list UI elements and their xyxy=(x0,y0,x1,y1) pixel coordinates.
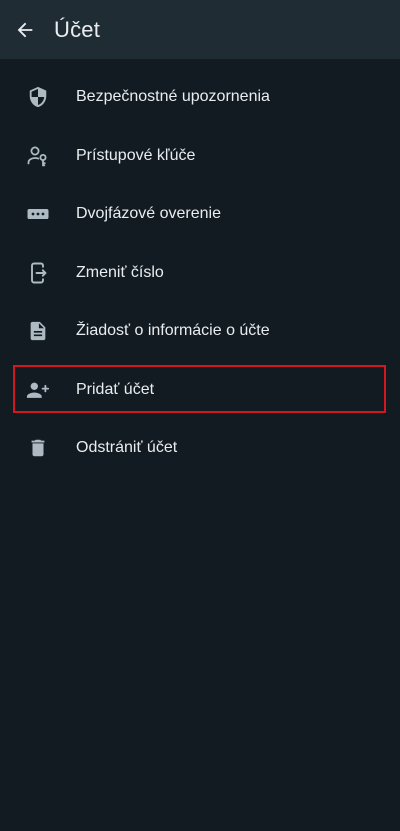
add-person-icon xyxy=(26,378,50,402)
trash-icon xyxy=(26,436,50,460)
person-key-icon xyxy=(26,144,50,168)
menu-item-label: Pridať účet xyxy=(76,380,155,398)
menu-item-label: Odstrániť účet xyxy=(76,439,178,457)
menu-item-two-step-verification[interactable]: Dvojfázové overenie xyxy=(0,185,400,244)
menu-item-security-notifications[interactable]: Bezpečnostné upozornenia xyxy=(0,68,400,127)
password-dots-icon xyxy=(26,202,50,226)
menu-item-label: Zmeniť číslo xyxy=(76,263,164,281)
menu-item-label: Prístupové kľúče xyxy=(76,146,196,164)
app-bar: Účet xyxy=(0,0,400,59)
menu-item-label: Žiadosť o informácie o účte xyxy=(76,322,270,340)
arrow-left-icon xyxy=(14,19,36,41)
menu-item-change-number[interactable]: Zmeniť číslo xyxy=(0,244,400,303)
menu-item-request-account-info[interactable]: Žiadosť o informácie o účte xyxy=(0,302,400,361)
shield-icon xyxy=(26,85,50,109)
phone-transfer-icon xyxy=(26,261,50,285)
menu-item-delete-account[interactable]: Odstrániť účet xyxy=(0,419,400,478)
menu-item-add-account[interactable]: Pridať účet xyxy=(0,361,400,420)
menu-item-passkeys[interactable]: Prístupové kľúče xyxy=(0,127,400,186)
back-button[interactable] xyxy=(13,18,37,42)
page-title: Účet xyxy=(54,16,101,42)
menu-item-label: Bezpečnostné upozornenia xyxy=(76,88,270,106)
menu-item-label: Dvojfázové overenie xyxy=(76,205,221,223)
document-icon xyxy=(26,319,50,343)
account-settings-list: Bezpečnostné upozornenia Prístupové kľúč… xyxy=(0,59,400,478)
